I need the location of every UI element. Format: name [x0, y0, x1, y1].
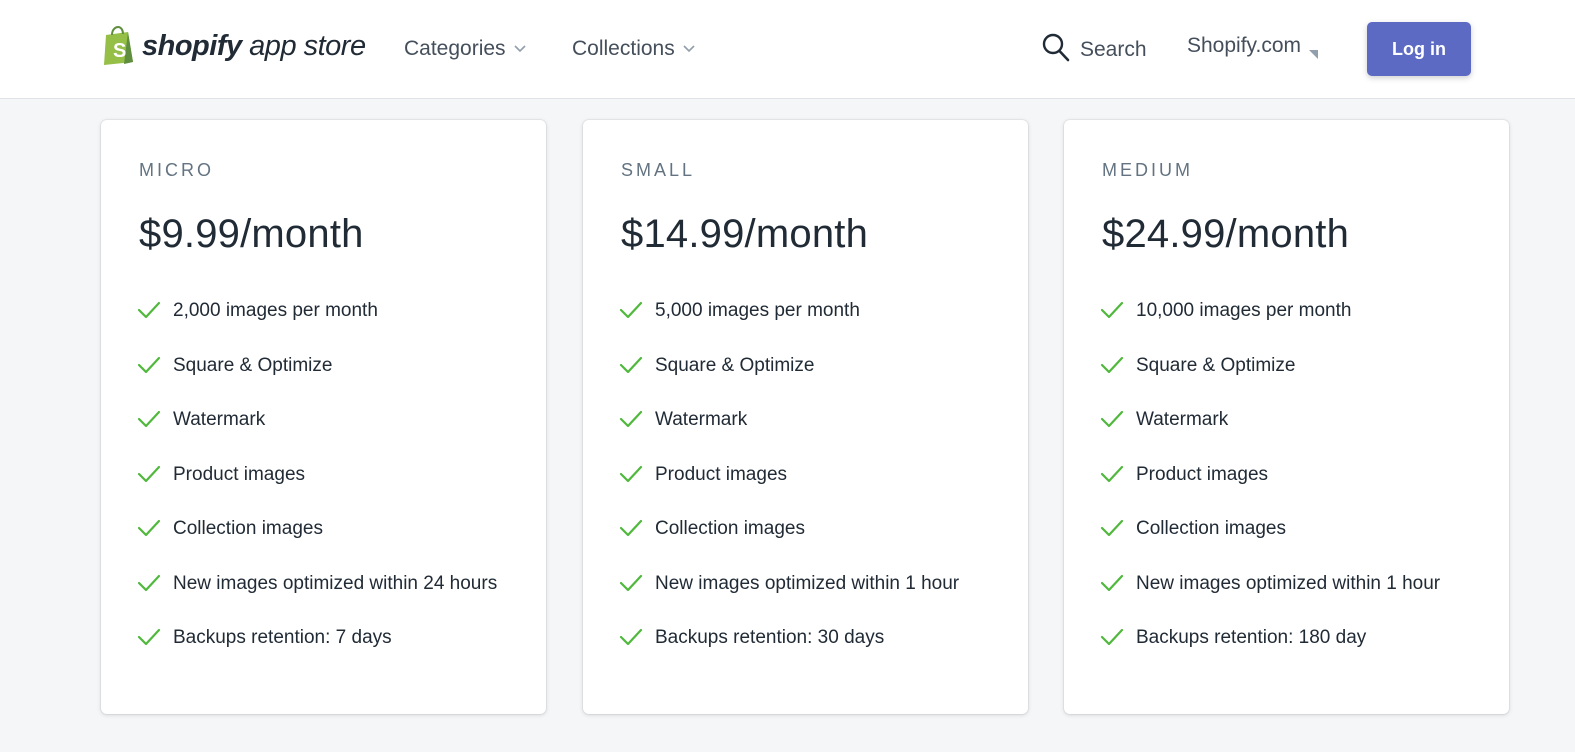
chevron-down-icon [683, 45, 695, 53]
checkmark-icon [619, 518, 643, 548]
feature-text: Product images [1136, 463, 1269, 485]
feature-text: Collection images [655, 518, 805, 539]
feature-item: Watermark [1100, 405, 1480, 439]
checkmark-icon [137, 464, 161, 494]
logo-text: shopify app store [142, 30, 366, 63]
checkmark-icon [1100, 300, 1124, 330]
feature-item: Square & Optimize [619, 351, 999, 385]
feature-item: Collection images [137, 514, 517, 548]
plan-name: MEDIUM [1102, 160, 1193, 180]
plan-price: $9.99/month [139, 212, 364, 256]
checkmark-icon [137, 518, 161, 548]
feature-text: Collection images [1136, 518, 1286, 539]
plan-price: $24.99/month [1102, 212, 1350, 256]
plan-card-micro: MICRO $9.99/month 2,000 images per month… [101, 120, 546, 714]
checkmark-icon [1100, 409, 1124, 439]
nav-categories-label: Categories [404, 37, 506, 60]
feature-item: Backups retention: 7 days [137, 623, 517, 657]
checkmark-icon [1100, 573, 1124, 603]
feature-text: Watermark [655, 409, 748, 430]
checkmark-icon [619, 355, 643, 385]
feature-text: Watermark [173, 409, 266, 430]
feature-list: 10,000 images per month Square & Optimize… [1100, 296, 1480, 678]
feature-text: 5,000 images per month [655, 300, 860, 321]
search-button[interactable]: Search [1042, 32, 1147, 68]
top-navigation-bar: S shopify app store Categories Collectio… [0, 0, 1575, 99]
search-icon [1042, 32, 1070, 68]
nav-collections[interactable]: Collections [572, 34, 695, 64]
checkmark-icon [137, 573, 161, 603]
checkmark-icon [1100, 518, 1124, 548]
feature-item: New images optimized within 1 hour [1100, 569, 1480, 603]
plan-name: SMALL [621, 160, 696, 180]
feature-text: New images optimized within 24 hours [173, 572, 498, 594]
plan-name: MICRO [139, 160, 214, 180]
feature-text: New images optimized within 1 hour [1136, 572, 1441, 594]
feature-item: 2,000 images per month [137, 296, 517, 330]
checkmark-icon [137, 355, 161, 385]
feature-text: Collection images [173, 518, 323, 539]
shopify-com-label: Shopify.com [1187, 34, 1301, 57]
feature-text: Backups retention: 180 day [1136, 627, 1367, 648]
feature-text: Product images [655, 463, 788, 485]
feature-text: Square & Optimize [173, 354, 333, 376]
shopify-com-link[interactable]: Shopify.com [1187, 34, 1318, 64]
feature-item: New images optimized within 24 hours [137, 569, 517, 603]
feature-item: New images optimized within 1 hour [619, 569, 999, 603]
feature-list: 5,000 images per month Square & Optimize W… [619, 296, 999, 678]
checkmark-icon [1100, 627, 1124, 657]
login-button[interactable]: Log in [1367, 22, 1471, 76]
svg-text:S: S [113, 40, 126, 62]
checkmark-icon [1100, 355, 1124, 385]
shopify-bag-icon: S [102, 26, 136, 66]
feature-text: New images optimized within 1 hour [655, 572, 960, 594]
feature-text: 2,000 images per month [173, 300, 378, 321]
feature-item: 5,000 images per month [619, 296, 999, 330]
checkmark-icon [137, 300, 161, 330]
feature-item: Backups retention: 180 day [1100, 623, 1480, 657]
nav-categories[interactable]: Categories [404, 34, 526, 64]
checkmark-icon [1100, 464, 1124, 494]
feature-item: Collection images [1100, 514, 1480, 548]
feature-item: Product images [619, 460, 999, 494]
feature-text: Backups retention: 7 days [173, 627, 392, 648]
feature-item: Square & Optimize [137, 351, 517, 385]
feature-item: Product images [137, 460, 517, 494]
feature-item: Backups retention: 30 days [619, 623, 999, 657]
feature-item: Product images [1100, 460, 1480, 494]
feature-item: Watermark [619, 405, 999, 439]
plan-price: $14.99/month [621, 212, 869, 256]
feature-text: Square & Optimize [1136, 354, 1296, 376]
chevron-down-icon [513, 45, 526, 53]
feature-text: Backups retention: 30 days [655, 627, 885, 648]
feature-text: 10,000 images per month [1136, 300, 1352, 321]
feature-item: 10,000 images per month [1100, 296, 1480, 330]
checkmark-icon [137, 627, 161, 657]
feature-item: Watermark [137, 405, 517, 439]
shopify-app-store-logo[interactable]: S shopify app store [102, 24, 366, 68]
plan-card-medium: MEDIUM $24.99/month 10,000 images per mo… [1064, 120, 1509, 714]
external-link-triangle-icon [1309, 41, 1318, 65]
checkmark-icon [137, 409, 161, 439]
checkmark-icon [619, 627, 643, 657]
feature-text: Product images [173, 463, 306, 485]
checkmark-icon [619, 573, 643, 603]
feature-list: 2,000 images per month Square & Optimize W… [137, 296, 517, 678]
feature-item: Square & Optimize [1100, 351, 1480, 385]
logo-brand-text: shopify [142, 29, 242, 62]
checkmark-icon [619, 464, 643, 494]
checkmark-icon [619, 300, 643, 330]
nav-collections-label: Collections [572, 37, 675, 60]
feature-item: Collection images [619, 514, 999, 548]
feature-text: Square & Optimize [655, 354, 815, 376]
plan-card-small: SMALL $14.99/month 5,000 images per mont… [583, 120, 1028, 714]
search-label: Search [1080, 38, 1147, 61]
logo-suffix-text: app store [241, 29, 366, 62]
checkmark-icon [619, 409, 643, 439]
feature-text: Watermark [1136, 409, 1229, 430]
